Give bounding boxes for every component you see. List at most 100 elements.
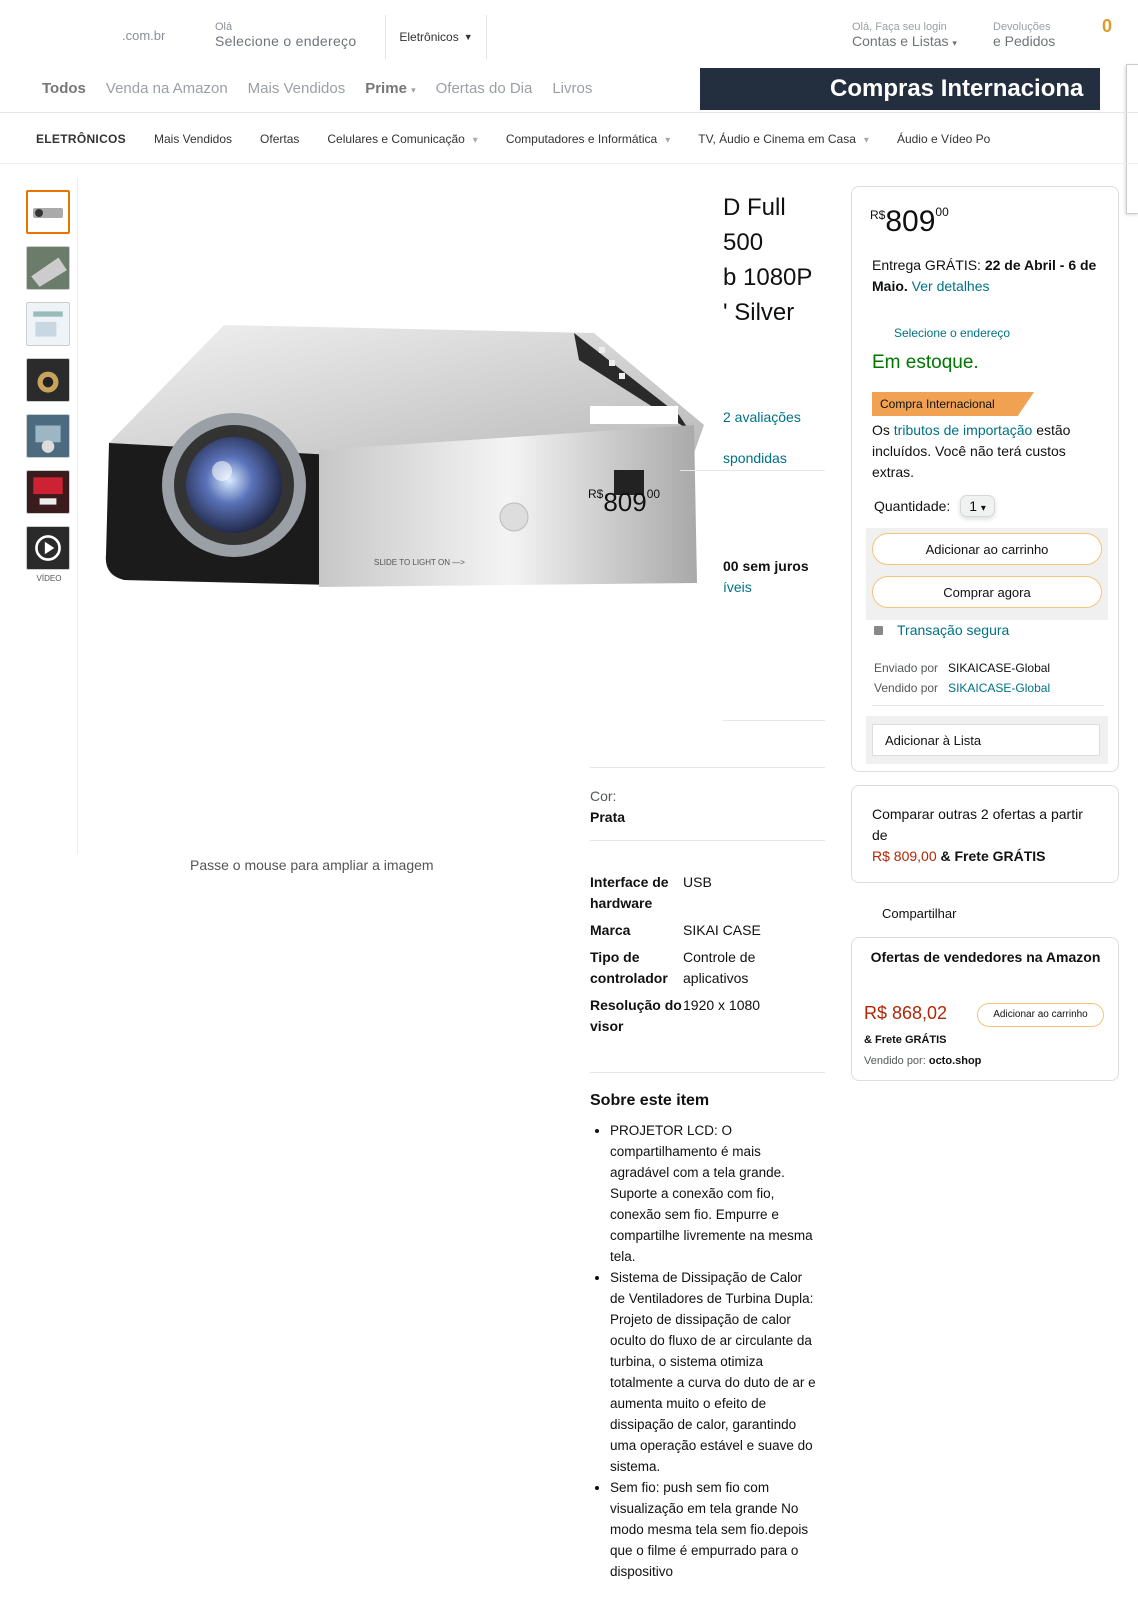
sold-by-label: Vendido por [874, 681, 939, 695]
offer-shipping: & Frete GRÁTIS [864, 1034, 947, 1046]
secure-transaction[interactable]: Transação segura [874, 622, 1009, 638]
caret-down-icon: ▾ [952, 38, 957, 48]
quantity: Quantidade: 1 ▾ [874, 495, 995, 517]
nav-sell[interactable]: Venda na Amazon [106, 80, 228, 97]
divider [590, 840, 825, 841]
image-price: R$80900 [588, 487, 660, 518]
subnav-phones[interactable]: Celulares e Comunicação ▾ [327, 132, 477, 146]
spec-key: Marca [590, 922, 631, 938]
category-label: Eletrônicos [399, 30, 459, 44]
spec-value: 1920 x 1080 [683, 997, 761, 1013]
product-image[interactable]: SLIDE TO LIGHT ON —> [104, 325, 719, 615]
specs-table: Interface de hardware USB Marca SIKAI CASE… [590, 872, 820, 1043]
divider [680, 470, 825, 471]
deliver-to[interactable]: Olá Selecione o endereço [215, 20, 356, 48]
spec-row: Interface de hardware USB [590, 872, 820, 914]
site-domain[interactable]: .com.br [122, 28, 165, 43]
color-option[interactable]: Cor: Prata [590, 786, 625, 828]
compare-shipping: & Frete GRÁTIS [940, 848, 1046, 864]
account-label: Contas e Listas [852, 33, 949, 49]
zoom-hint: Passe o mouse para ampliar a imagem [190, 857, 434, 873]
lock-icon [874, 626, 883, 635]
chevron-down-icon: ▾ [472, 135, 478, 146]
offer-seller-name[interactable]: octo.shop [929, 1055, 982, 1067]
account-menu[interactable]: Olá, Faça seu login Contas e Listas ▾ [852, 20, 957, 50]
price-cents: 00 [935, 205, 949, 219]
thumbnail-2[interactable] [26, 246, 70, 290]
nav-deals[interactable]: Ofertas do Dia [436, 80, 533, 97]
image-price-cents: 00 [646, 487, 661, 501]
image-price-currency: R$ [588, 487, 604, 501]
title-line: ' Silver [723, 299, 795, 326]
shipped-by-row: Enviado por SIKAICASE-Global [874, 658, 1050, 678]
chevron-down-icon: ▾ [665, 135, 671, 146]
projector-thumb-icon [33, 208, 63, 218]
international-banner[interactable]: Compras Internaciona [700, 68, 1100, 110]
offers-title: Ofertas de vendedores na Amazon [870, 949, 1101, 965]
share-link[interactable]: Compartilhar [882, 906, 956, 921]
thumbnail-6[interactable] [26, 470, 70, 514]
compare-offers[interactable]: Comparar outras 2 ofertas a partir de R$… [851, 785, 1119, 883]
category-dropdown[interactable]: Eletrônicos ▼ [385, 15, 487, 59]
subnav-audio[interactable]: Áudio e Vídeo Po [897, 132, 990, 146]
secure-label: Transação segura [897, 622, 1010, 638]
spec-key: Tipo de controlador [590, 949, 668, 986]
quantity-label: Quantidade: [874, 498, 951, 514]
orders-label: e Pedidos [993, 33, 1056, 49]
spec-value: SIKAI CASE [683, 922, 761, 938]
thumbnail-1[interactable] [26, 190, 70, 234]
offer-add-to-cart-button[interactable]: Adicionar ao carrinho [977, 1003, 1104, 1027]
subnav-deals[interactable]: Ofertas [260, 132, 299, 146]
title-line: b 1080P [723, 264, 813, 291]
cart-count[interactable]: 0 [1102, 16, 1112, 37]
spec-key: Interface de hardware [590, 874, 669, 911]
add-to-cart-button[interactable]: Adicionar ao carrinho [872, 533, 1102, 565]
about-heading: Sobre este item [590, 1092, 710, 1109]
stock-status: Em estoque. [872, 352, 979, 373]
installments-link[interactable]: íveis [723, 579, 752, 595]
spec-row: Tipo de controlador Controle de aplicativ… [590, 947, 820, 989]
offer-seller-label: Vendido por: [864, 1055, 926, 1067]
subnav-electronics[interactable]: ELETRÔNICOS [36, 132, 126, 146]
compare-price: R$ 809,00 [872, 848, 937, 864]
offer-price: R$ 868,02 [864, 1003, 948, 1023]
spec-row: Resolução do visor 1920 x 1080 [590, 995, 820, 1037]
delivery-prefix: Entrega GRÁTIS: [872, 257, 981, 273]
nav-prime[interactable]: Prime ▾ [365, 80, 415, 97]
select-address-link[interactable]: Selecione o endereço [215, 34, 356, 48]
import-tax-link[interactable]: tributos de importação [894, 422, 1033, 438]
seller-info: Enviado por SIKAICASE-Global Vendido por S… [874, 658, 1050, 698]
buybox-select-address[interactable]: Selecione o endereço [894, 326, 1010, 340]
main-nav: Todos Venda na Amazon Mais Vendidos Prim… [42, 80, 592, 97]
subnav-best-sellers[interactable]: Mais Vendidos [154, 132, 232, 146]
divider [723, 720, 825, 721]
offer-seller: Vendido por: octo.shop [864, 1055, 981, 1067]
nav-all[interactable]: Todos [42, 80, 86, 97]
subnav-computers[interactable]: Computadores e Informática ▾ [506, 132, 670, 146]
installments-text: 00 sem juros [723, 558, 809, 574]
spec-row: Marca SIKAI CASE [590, 920, 820, 941]
nav-books[interactable]: Livros [552, 80, 592, 97]
spec-key: Resolução do visor [590, 997, 682, 1034]
quantity-select[interactable]: 1 ▾ [960, 495, 995, 517]
answered-questions-link[interactable]: spondidas [723, 450, 787, 466]
nav-prime-label: Prime [365, 80, 407, 97]
delivery-details-link[interactable]: Ver detalhes [912, 278, 990, 294]
sold-by-link[interactable]: SIKAICASE-Global [948, 681, 1050, 695]
scene-thumb-icon [27, 415, 69, 457]
returns-orders[interactable]: Devoluções e Pedidos [993, 20, 1055, 48]
compare-text: Comparar outras 2 ofertas a partir de [872, 806, 1083, 843]
quantity-value: 1 [969, 498, 977, 514]
chevron-down-icon: ▾ [980, 503, 986, 514]
buy-now-button[interactable]: Comprar agora [872, 576, 1102, 608]
video-thumbnail[interactable] [26, 526, 70, 570]
add-to-list-button[interactable]: Adicionar à Lista [872, 724, 1100, 756]
about-list: PROJETOR LCD: O compartilhamento é mais … [590, 1120, 816, 1582]
ratings-link[interactable]: 2 avaliações [723, 409, 801, 425]
thumbnail-3[interactable] [26, 302, 70, 346]
thumbnail-5[interactable] [26, 414, 70, 458]
thumbnail-4[interactable] [26, 358, 70, 402]
image-mask [590, 406, 678, 424]
nav-best-sellers[interactable]: Mais Vendidos [248, 80, 346, 97]
subnav-tv[interactable]: TV, Áudio e Cinema em Casa ▾ [698, 132, 869, 146]
